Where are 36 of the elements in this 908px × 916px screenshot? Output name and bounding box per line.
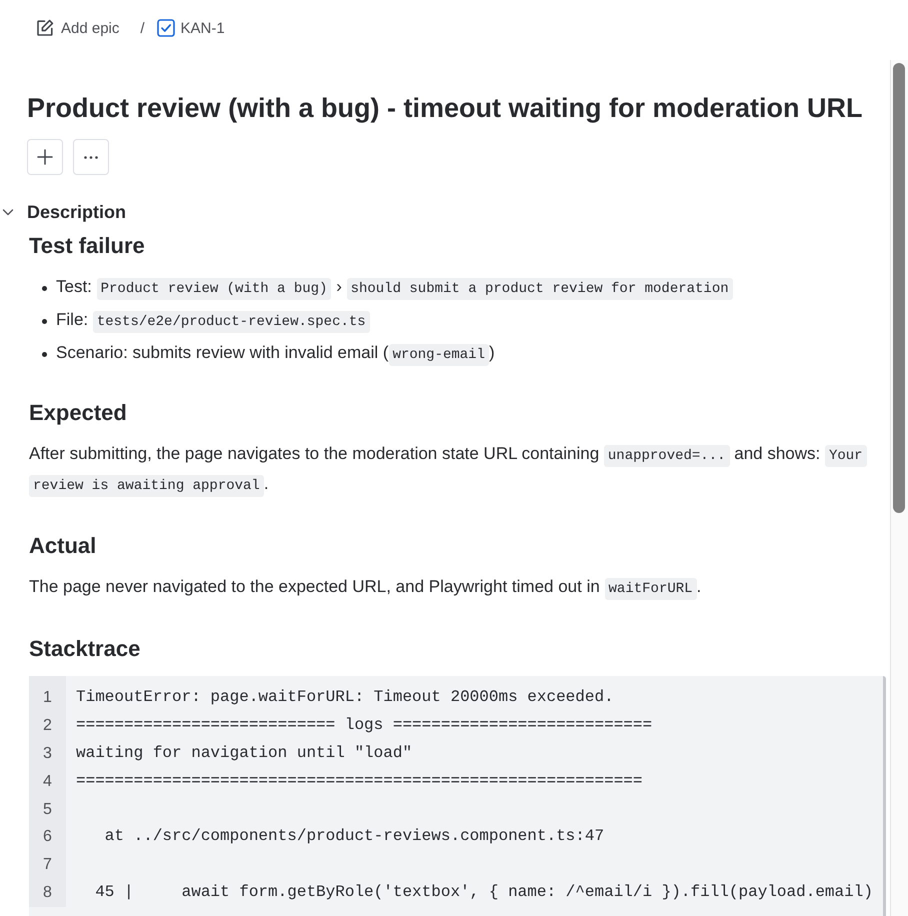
- line-number: 4: [43, 772, 52, 792]
- more-icon: [84, 156, 98, 158]
- code-line: =========================== logs ===========================: [76, 714, 654, 736]
- line-number: 2: [43, 716, 52, 736]
- bullet-icon: [42, 318, 47, 324]
- plus-icon: [37, 149, 53, 165]
- add-button[interactable]: [27, 139, 63, 175]
- line-number: 3: [43, 744, 52, 764]
- code-line: ===========================================================: [76, 770, 644, 792]
- code-line: 45 | await form.getByRole('textbox', { name: /^email/i }).fill(payload.email): [94, 882, 874, 904]
- scrollbar-thumb[interactable]: [893, 63, 905, 513]
- bullet-icon: [42, 352, 47, 356]
- description-toggle[interactable]: Description: [0, 200, 126, 224]
- section-heading: Expected: [29, 399, 128, 427]
- add-epic-link[interactable]: Add epic: [36, 19, 120, 37]
- line-number: 8: [43, 883, 52, 904]
- paragraph-text: The page never navigated to the expected URL, and Playwright timed out in waitForURL .: [29, 573, 886, 603]
- line-number: 7: [43, 855, 52, 876]
- line-number: 1: [43, 688, 52, 708]
- breadcrumb-separator: /: [140, 20, 145, 36]
- code-line: TimeoutError: page.waitForURL: Timeout 20000ms exceeded.: [76, 687, 615, 708]
- issue-title: Product review (with a bug) - timeout waiting for moderation URL: [27, 92, 864, 124]
- checkbox-icon: [156, 19, 175, 37]
- section-heading: Stacktrace: [29, 635, 142, 663]
- pencil-icon: [36, 19, 54, 37]
- code-line: waiting for navigation until "load": [76, 742, 414, 764]
- section-heading: Test failure: [29, 232, 146, 260]
- more-button[interactable]: [73, 139, 109, 175]
- bullet-icon: [42, 286, 47, 290]
- section-heading: Actual: [29, 532, 98, 560]
- list-item-text: Scenario: submits review with invalid email ( wrong-email ): [56, 340, 495, 368]
- line-number: 5: [43, 800, 52, 820]
- issue-key-link[interactable]: KAN-1: [156, 19, 225, 37]
- code-line: at ../src/components/product-reviews.component.ts:47: [104, 826, 606, 848]
- list-item-text: Test: Product review (with a bug) › should submit a product review for moderation: [56, 274, 733, 302]
- line-number: 6: [43, 827, 52, 848]
